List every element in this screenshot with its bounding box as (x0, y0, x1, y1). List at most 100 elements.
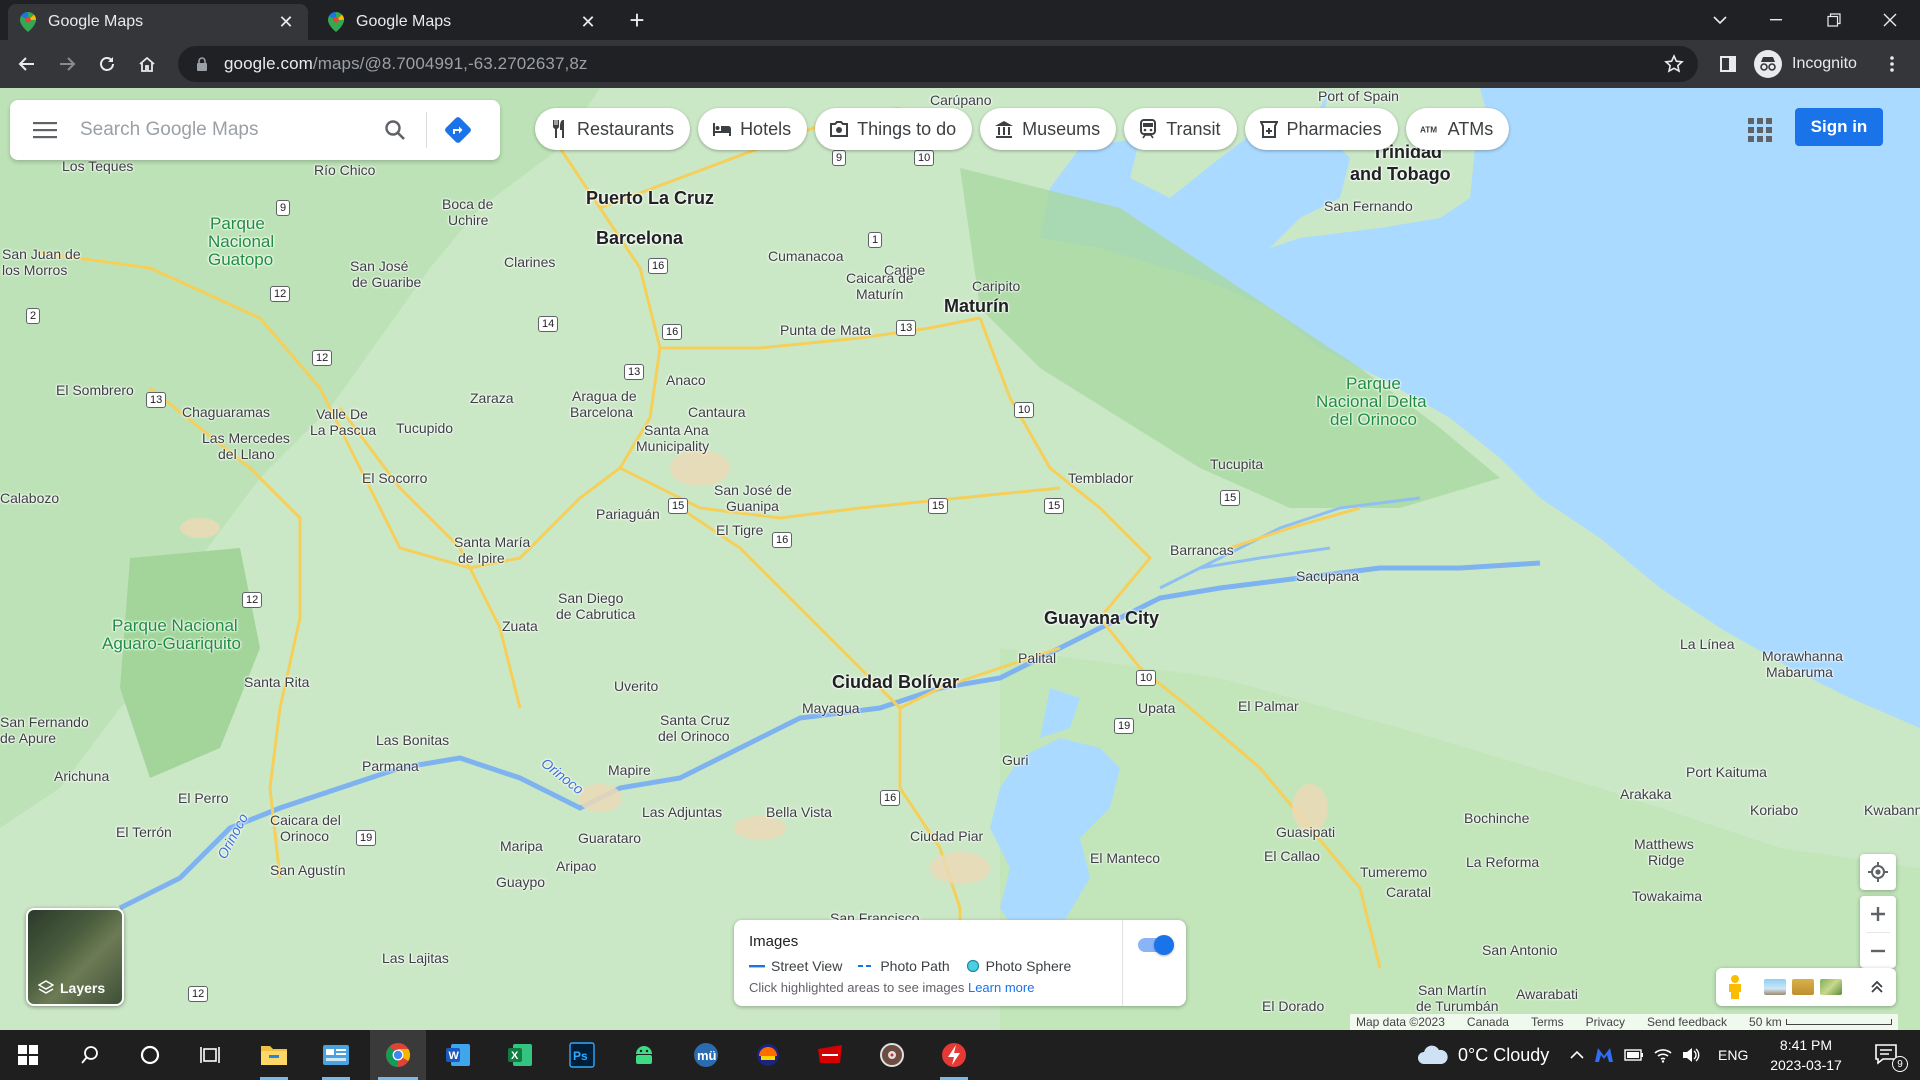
pegman-icon[interactable] (1726, 974, 1744, 1000)
place-el-sombrero[interactable]: El Sombrero (56, 382, 134, 398)
chip-transit[interactable]: Transit (1124, 108, 1237, 150)
volume-icon[interactable] (1682, 1047, 1700, 1063)
place-punta-de-mata[interactable]: Punta de Mata (780, 322, 871, 338)
place-del-orinoco[interactable]: del Orinoco (658, 728, 730, 744)
map-canvas[interactable]: Puerto La Cruz Barcelona Maturín Guayana… (0, 88, 1920, 1030)
place-las-mercedes[interactable]: Las Mercedes (202, 430, 290, 446)
place-port-of-spain[interactable]: Port of Spain (1318, 88, 1399, 104)
send-feedback-link[interactable]: Send feedback (1647, 1015, 1727, 1029)
place-calabozo[interactable]: Calabozo (0, 490, 59, 506)
place-el-manteco[interactable]: El Manteco (1090, 850, 1160, 866)
place-aragua-de[interactable]: Aragua de (572, 388, 637, 404)
taskbar-search-button[interactable] (62, 1030, 118, 1080)
place-de-turumban[interactable]: de Turumbán (1416, 998, 1499, 1014)
place-la-reforma[interactable]: La Reforma (1466, 854, 1539, 870)
place-los-teques[interactable]: Los Teques (62, 158, 133, 174)
chevron-up-icon[interactable] (1570, 1050, 1584, 1060)
place-guaypo[interactable]: Guaypo (496, 874, 545, 890)
place-guarataro[interactable]: Guarataro (578, 830, 641, 846)
place-arichuna[interactable]: Arichuna (54, 768, 109, 784)
zoom-out-button[interactable] (1860, 933, 1896, 969)
place-caicara-del[interactable]: Caicara del (270, 812, 341, 828)
tab-search-icon[interactable] (1692, 0, 1748, 40)
maps-search-input[interactable] (80, 119, 370, 141)
place-tucupita[interactable]: Tucupita (1210, 456, 1263, 472)
place-los-morros[interactable]: los Morros (2, 262, 67, 278)
place-zuata[interactable]: Zuata (502, 618, 538, 634)
sign-in-button[interactable]: Sign in (1795, 108, 1883, 146)
chip-atms[interactable]: ATM ATMs (1405, 108, 1510, 150)
place-tucupido[interactable]: Tucupido (396, 420, 453, 436)
wifi-icon[interactable] (1654, 1047, 1672, 1063)
place-ciudad-piar[interactable]: Ciudad Piar (910, 828, 983, 844)
place-awarabati[interactable]: Awarabati (1516, 986, 1578, 1002)
chrome-app[interactable] (370, 1030, 426, 1080)
place-clarines[interactable]: Clarines (504, 254, 555, 270)
place-and-tobago[interactable]: and Tobago (1350, 165, 1451, 183)
zoom-in-button[interactable] (1860, 896, 1896, 932)
place-uverito[interactable]: Uverito (614, 678, 658, 694)
back-button[interactable] (11, 48, 43, 80)
place-municipality[interactable]: Municipality (636, 438, 709, 454)
chip-pharmacies[interactable]: Pharmacies (1244, 108, 1398, 150)
control-panel-app[interactable] (308, 1030, 364, 1080)
place-maripa[interactable]: Maripa (500, 838, 543, 854)
chip-museums[interactable]: Museums (980, 108, 1117, 150)
close-window-button[interactable] (1862, 0, 1918, 40)
place-caicara-de[interactable]: Caicara de (846, 270, 914, 286)
chip-things-to-do[interactable]: Things to do (815, 108, 973, 150)
place-arakaka[interactable]: Arakaka (1620, 786, 1671, 802)
place-maturin[interactable]: Maturín (944, 297, 1009, 315)
language-indicator[interactable]: ENG (1718, 1047, 1748, 1063)
place-guri[interactable]: Guri (1002, 752, 1028, 768)
bookmark-star-icon[interactable] (1664, 54, 1684, 74)
place-bochinche[interactable]: Bochinche (1464, 810, 1529, 826)
place-de-apure[interactable]: de Apure (0, 730, 56, 746)
incognito-indicator[interactable]: Incognito (1754, 46, 1857, 82)
place-kwabanna[interactable]: Kwabanna (1864, 802, 1920, 818)
scale-bar[interactable]: 50 km (1749, 1015, 1892, 1029)
place-rio-chico[interactable]: Río Chico (314, 162, 375, 178)
place-sacupana[interactable]: Sacupana (1296, 568, 1359, 584)
place-palital[interactable]: Palital (1018, 650, 1056, 666)
place-san-fernando-apure[interactable]: San Fernando (0, 714, 89, 730)
place-del-llano[interactable]: del Llano (218, 446, 275, 462)
place-san-antonio[interactable]: San Antonio (1482, 942, 1558, 958)
place-mapire[interactable]: Mapire (608, 762, 651, 778)
place-el-callao[interactable]: El Callao (1264, 848, 1320, 864)
restore-button[interactable] (1806, 0, 1862, 40)
new-tab-button[interactable]: + (624, 7, 650, 34)
place-aragua-barcelona[interactable]: Barcelona (570, 404, 633, 420)
place-san-jose-de[interactable]: San José de (714, 482, 792, 498)
place-guanipa[interactable]: Guanipa (726, 498, 779, 514)
google-apps-button[interactable] (1742, 112, 1778, 148)
place-cantaura[interactable]: Cantaura (688, 404, 746, 420)
malwarebytes-icon[interactable] (1594, 1047, 1614, 1063)
place-santa-rita[interactable]: Santa Rita (244, 674, 309, 690)
place-guasipati[interactable]: Guasipati (1276, 824, 1335, 840)
place-pariaguan[interactable]: Pariaguán (596, 506, 660, 522)
place-el-socorro[interactable]: El Socorro (362, 470, 427, 486)
place-el-terron[interactable]: El Terrón (116, 824, 172, 840)
mu-app[interactable]: mü (678, 1030, 734, 1080)
place-las-lajitas[interactable]: Las Lajitas (382, 950, 449, 966)
place-guayana-city[interactable]: Guayana City (1044, 609, 1159, 627)
place-cumanacoa[interactable]: Cumanacoa (768, 248, 844, 264)
directions-button[interactable] (433, 105, 483, 155)
place-san-agustin[interactable]: San Agustín (270, 862, 346, 878)
place-de-cabrutica[interactable]: de Cabrutica (556, 606, 635, 622)
place-bella-vista[interactable]: Bella Vista (766, 804, 832, 820)
place-ciudad-bolivar[interactable]: Ciudad Bolívar (832, 673, 959, 691)
place-las-adjuntas[interactable]: Las Adjuntas (642, 804, 722, 820)
reload-button[interactable] (91, 48, 123, 80)
place-chaguaramas[interactable]: Chaguaramas (182, 404, 270, 420)
place-matthews[interactable]: Matthews (1634, 836, 1694, 852)
place-la-linea[interactable]: La Línea (1680, 636, 1735, 652)
word-app[interactable]: W (430, 1030, 486, 1080)
place-upata[interactable]: Upata (1138, 700, 1175, 716)
place-barcelona[interactable]: Barcelona (596, 229, 683, 247)
excel-app[interactable]: X (492, 1030, 548, 1080)
place-de-guaribe[interactable]: de Guaribe (352, 274, 421, 290)
place-morawhanna[interactable]: Morawhanna (1762, 648, 1843, 664)
android-app[interactable] (616, 1030, 672, 1080)
